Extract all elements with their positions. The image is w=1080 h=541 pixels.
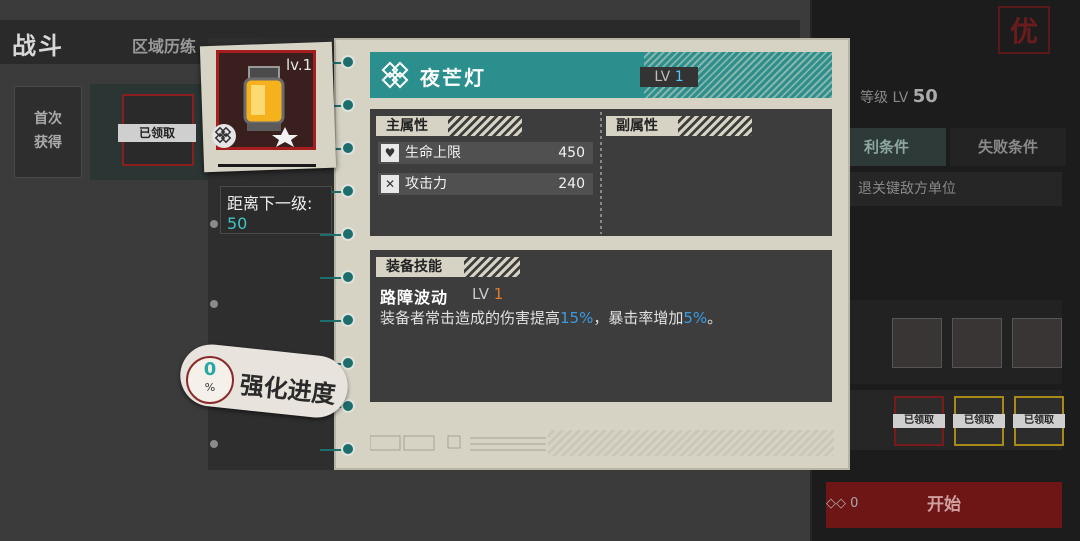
header-stripe bbox=[448, 116, 522, 136]
binder-ring bbox=[341, 141, 355, 155]
stat-row-hp: ♥ 生命上限 450 bbox=[378, 142, 593, 164]
recommended-level: 等级 LV 50 bbox=[860, 86, 938, 107]
attributes-divider bbox=[600, 112, 602, 234]
skill-description: 装备者常击造成的伤害提高15%，暴击率增加5%。 bbox=[380, 307, 722, 328]
binder-hole bbox=[210, 300, 218, 308]
claimed-badge: 已领取 bbox=[953, 414, 1005, 428]
heart-shield-icon: ♥ bbox=[381, 144, 399, 162]
enhance-progress-indicator: 0 % bbox=[186, 356, 234, 404]
skill-name: 路障波动 bbox=[380, 288, 449, 307]
binder-hole bbox=[210, 440, 218, 448]
right-sidebar bbox=[812, 0, 1080, 541]
stat-value: 240 bbox=[558, 176, 585, 192]
equipment-type-icon bbox=[212, 124, 236, 148]
main-attributes-header: 主属性 bbox=[376, 116, 448, 136]
binder-hole bbox=[210, 220, 218, 228]
crossed-swords-icon: ✕ bbox=[381, 175, 399, 193]
tab-region-training[interactable]: 区域历练 bbox=[132, 33, 196, 57]
level-value: 50 bbox=[912, 86, 938, 107]
enemy-portrait[interactable] bbox=[892, 318, 942, 368]
skill-desc-value: 15% bbox=[560, 309, 594, 327]
level-label: 等级 LV bbox=[860, 90, 909, 106]
item-level-badge: LV 1 bbox=[640, 67, 698, 87]
rank-badge: 优 bbox=[998, 6, 1050, 54]
binder-ring bbox=[341, 270, 355, 284]
first-reward-label: 首次 获得 bbox=[14, 86, 82, 178]
binder-ring bbox=[341, 98, 355, 112]
skill-level-value: 1 bbox=[493, 285, 504, 303]
claimed-badge: 已领取 bbox=[1013, 414, 1065, 428]
progress-percent-sign: % bbox=[204, 381, 216, 394]
skill-header: 装备技能 bbox=[376, 257, 464, 277]
stat-value: 450 bbox=[558, 145, 585, 161]
binder-ring bbox=[341, 356, 355, 370]
stamina-cost: ◇◇ 0 bbox=[826, 496, 859, 511]
page-footer-marks bbox=[369, 428, 550, 458]
next-level-value: 50 bbox=[227, 214, 248, 233]
binder-ring bbox=[341, 184, 355, 198]
binder-ring bbox=[341, 227, 355, 241]
skill-desc-text: 装备者常击造成的伤害提高 bbox=[380, 309, 561, 327]
binder-ring bbox=[341, 313, 355, 327]
claimed-badge: 已领取 bbox=[118, 124, 196, 142]
item-level-value: 1 bbox=[674, 69, 684, 85]
skill-desc-text: 。 bbox=[707, 309, 723, 327]
first-reward-text: 首次 获得 bbox=[34, 111, 62, 151]
tab-win-condition[interactable]: 利条件 bbox=[846, 128, 946, 166]
item-level-label: LV bbox=[654, 69, 671, 85]
enemy-portrait[interactable] bbox=[1012, 318, 1062, 368]
condition-text: 退关键敌方单位 bbox=[846, 172, 1062, 206]
binder-ring bbox=[341, 442, 355, 456]
page-footer-stripe bbox=[548, 430, 834, 456]
header-stripe bbox=[464, 257, 520, 277]
stat-label: 生命上限 bbox=[405, 145, 461, 161]
sub-attributes-header: 副属性 bbox=[606, 116, 678, 136]
item-name: 夜芒灯 bbox=[420, 66, 486, 90]
item-card-underline bbox=[218, 164, 316, 167]
binder-ring bbox=[341, 55, 355, 69]
progress-value: 0 bbox=[203, 359, 217, 380]
claimed-badge: 已领取 bbox=[893, 414, 945, 428]
equipment-type-icon bbox=[378, 58, 412, 92]
item-card-level: lv.1 bbox=[286, 56, 313, 74]
screen-title: 战斗 bbox=[12, 32, 64, 60]
skill-desc-text: ，暴击率增加 bbox=[593, 309, 684, 327]
tab-lose-condition[interactable]: 失败条件 bbox=[950, 128, 1066, 166]
next-level-label: 距离下一级: bbox=[227, 194, 313, 213]
cost-value: 0 bbox=[850, 496, 859, 511]
enemy-portrait[interactable] bbox=[952, 318, 1002, 368]
skill-desc-value: 5% bbox=[683, 309, 708, 327]
skill-level: LV 1 bbox=[472, 285, 503, 303]
start-button[interactable]: 开始 bbox=[826, 482, 1062, 528]
skill-level-label: LV bbox=[472, 285, 489, 303]
stat-row-attack: ✕ 攻击力 240 bbox=[378, 173, 593, 195]
stat-label: 攻击力 bbox=[405, 176, 447, 192]
header-stripe bbox=[678, 116, 752, 136]
next-level-panel: 距离下一级: 50 bbox=[220, 186, 332, 234]
